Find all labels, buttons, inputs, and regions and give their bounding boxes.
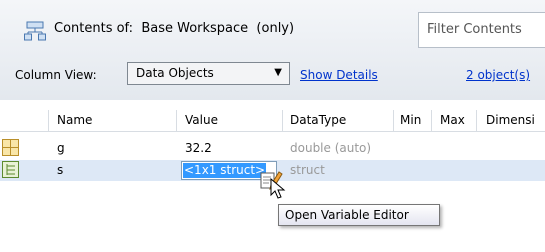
tooltip: Open Variable Editor <box>278 204 440 226</box>
double-variable-icon <box>2 139 19 156</box>
column-header-name[interactable]: Name <box>57 113 92 127</box>
column-header-max[interactable]: Max <box>440 113 465 127</box>
variable-value[interactable]: 32.2 <box>185 141 212 155</box>
workspace-icon <box>24 21 46 41</box>
show-details-link[interactable]: Show Details <box>300 68 378 82</box>
column-header-dimensions[interactable]: Dimensi <box>486 113 535 127</box>
dropdown-arrow-icon[interactable]: ▼ <box>274 67 282 78</box>
column-divider[interactable] <box>393 110 394 131</box>
workspace-toolbar: Contents of: Base Workspace (only) Colum… <box>0 0 545 100</box>
column-divider[interactable] <box>476 110 477 131</box>
table-row[interactable]: g 32.2 double (auto) <box>0 138 545 159</box>
selected-value-text: <1x1 struct> <box>183 163 267 178</box>
mouse-cursor-icon <box>270 178 286 199</box>
filter-contents-input[interactable] <box>427 22 545 37</box>
column-header-datatype[interactable]: DataType <box>290 113 346 127</box>
column-divider[interactable] <box>282 110 283 131</box>
contents-of-label: Contents of: Base Workspace (only) <box>54 21 295 36</box>
column-divider[interactable] <box>176 110 177 131</box>
struct-variable-icon <box>2 161 19 178</box>
variable-datatype: struct <box>290 163 325 177</box>
column-view-selected-value: Data Objects <box>136 66 214 80</box>
table-header: Name Value DataType Min Max Dimensi <box>0 110 545 132</box>
column-header-min[interactable]: Min <box>400 113 421 127</box>
variable-name: s <box>57 163 64 177</box>
variable-datatype: double (auto) <box>290 141 372 155</box>
column-view-select[interactable]: Data Objects ▼ <box>127 62 290 85</box>
variable-name: g <box>57 141 65 155</box>
column-divider[interactable] <box>48 110 49 131</box>
column-view-label: Column View: <box>15 68 97 82</box>
column-header-value[interactable]: Value <box>185 113 218 127</box>
filter-contents-field[interactable] <box>418 12 545 48</box>
column-divider[interactable] <box>431 110 432 131</box>
object-count-link[interactable]: 2 object(s) <box>466 68 530 82</box>
